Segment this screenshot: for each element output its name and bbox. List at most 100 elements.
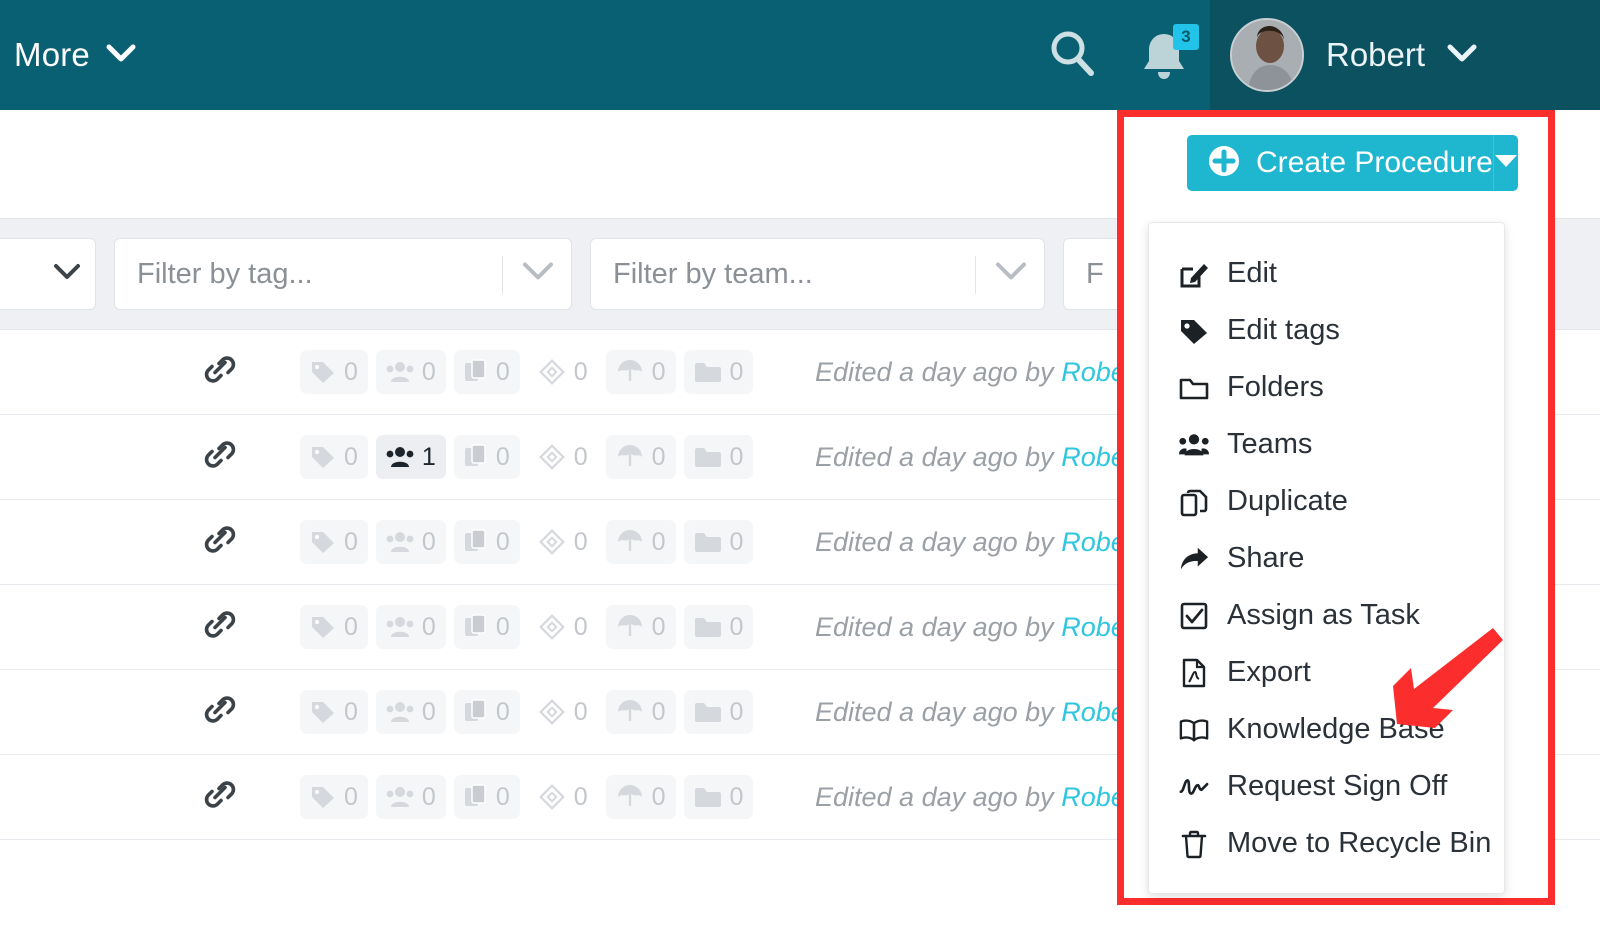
badge-umbrella[interactable]: 0 (605, 775, 676, 819)
menu-item-edit-tags[interactable]: Edit tags (1149, 302, 1504, 359)
badge-tag[interactable]: 0 (300, 690, 368, 734)
menu-item-label: Export (1227, 656, 1311, 688)
badge-users[interactable]: 1 (375, 435, 446, 479)
filter-select-truncated[interactable] (0, 238, 96, 310)
actions-dropdown-menu: Edit Edit tags Folders Teams Duplicate S… (1148, 222, 1505, 894)
chevron-down-icon[interactable] (994, 261, 1028, 288)
badge-count: 0 (729, 782, 744, 811)
badge-diamond[interactable]: 0 (528, 350, 598, 394)
link-icon[interactable] (198, 773, 242, 822)
menu-item-label: Duplicate (1227, 485, 1348, 517)
link-icon[interactable] (198, 603, 242, 652)
badge-users[interactable]: 0 (375, 690, 446, 734)
menu-item-edit[interactable]: Edit (1149, 245, 1504, 302)
badge-count: 0 (495, 357, 510, 386)
link-icon[interactable] (198, 688, 242, 737)
menu-item-label: Edit (1227, 257, 1277, 289)
filter-by-tag-input[interactable]: Filter by tag... (114, 238, 572, 310)
badge-tag[interactable]: 0 (300, 605, 368, 649)
badge-folder[interactable]: 0 (683, 350, 754, 394)
badge-copy[interactable]: 0 (453, 350, 520, 394)
menu-item-move-to-recycle-bin[interactable]: Move to Recycle Bin (1149, 815, 1504, 872)
badge-count: 0 (344, 442, 358, 471)
filter-by-team-input[interactable]: Filter by team... (590, 238, 1045, 310)
badge-copy[interactable]: 0 (453, 690, 520, 734)
badge-count: 0 (344, 697, 358, 726)
users-icon (1179, 430, 1209, 460)
checkbox-icon (1179, 601, 1209, 631)
badge-umbrella[interactable]: 0 (605, 605, 676, 649)
badge-users[interactable]: 0 (375, 350, 446, 394)
badge-copy[interactable]: 0 (453, 605, 520, 649)
menu-item-teams[interactable]: Teams (1149, 416, 1504, 473)
badge-folder[interactable]: 0 (683, 775, 754, 819)
badge-copy[interactable]: 0 (453, 435, 520, 479)
signature-icon (1179, 772, 1209, 802)
edited-prefix: Edited a day ago by (815, 356, 1054, 387)
badge-umbrella[interactable]: 0 (605, 520, 676, 564)
badge-folder[interactable]: 0 (683, 690, 754, 734)
badge-diamond[interactable]: 0 (528, 520, 598, 564)
menu-item-share[interactable]: Share (1149, 530, 1504, 587)
edit-pencil-square-icon (1179, 259, 1209, 289)
open-book-icon (1179, 715, 1209, 745)
badge-count: 0 (729, 357, 744, 386)
filter-by-team-placeholder: Filter by team... (613, 257, 813, 290)
menu-item-label: Move to Recycle Bin (1227, 827, 1492, 859)
badge-folder[interactable]: 0 (683, 435, 754, 479)
menu-item-request-sign-off[interactable]: Request Sign Off (1149, 758, 1504, 815)
edited-prefix: Edited a day ago by (815, 696, 1054, 727)
badge-umbrella[interactable]: 0 (605, 435, 676, 479)
badge-users[interactable]: 0 (375, 520, 446, 564)
file-pdf-icon (1179, 658, 1209, 688)
chevron-down-icon[interactable] (521, 261, 555, 288)
menu-item-label: Teams (1227, 428, 1313, 460)
create-procedure-button[interactable]: Create Procedure (1187, 135, 1493, 191)
badge-tag[interactable]: 0 (300, 350, 368, 394)
badge-tag[interactable]: 0 (300, 520, 368, 564)
badge-tag[interactable]: 0 (300, 775, 368, 819)
bell-icon (1135, 34, 1193, 88)
badge-diamond[interactable]: 0 (528, 775, 598, 819)
badge-copy[interactable]: 0 (453, 775, 520, 819)
chevron-down-icon (106, 43, 136, 68)
badge-umbrella[interactable]: 0 (605, 690, 676, 734)
create-procedure-dropdown-toggle[interactable] (1492, 135, 1518, 191)
edited-prefix: Edited a day ago by (815, 611, 1054, 642)
menu-item-label: Share (1227, 542, 1305, 574)
filter-by-tag-placeholder: Filter by tag... (137, 257, 313, 290)
badge-count: 0 (421, 527, 436, 556)
badge-diamond[interactable]: 0 (528, 605, 598, 649)
bell-wrap: 3 (1135, 24, 1199, 84)
user-name-label: Robert (1326, 36, 1426, 73)
link-icon[interactable] (198, 433, 242, 482)
menu-item-folders[interactable]: Folders (1149, 359, 1504, 416)
badge-count: 0 (573, 442, 588, 471)
badge-count: 1 (421, 442, 436, 471)
badge-count: 0 (495, 612, 510, 641)
menu-item-duplicate[interactable]: Duplicate (1149, 473, 1504, 530)
badge-tag[interactable]: 0 (300, 435, 368, 479)
red-pointer-arrow (1375, 620, 1505, 740)
badge-copy[interactable]: 0 (453, 520, 520, 564)
badge-users[interactable]: 0 (375, 775, 446, 819)
user-menu[interactable]: Robert (1210, 0, 1600, 110)
nav-more-menu[interactable]: More (0, 36, 136, 74)
row-edited-meta: Edited a day ago by Robert (815, 357, 1142, 388)
link-icon[interactable] (198, 348, 242, 397)
row-badges: 0 0 0 0 0 0 (300, 520, 754, 564)
row-edited-meta: Edited a day ago by Robert (815, 782, 1142, 813)
search-button[interactable] (1026, 0, 1118, 110)
badge-folder[interactable]: 0 (683, 520, 754, 564)
badge-users[interactable]: 0 (375, 605, 446, 649)
link-icon[interactable] (198, 518, 242, 567)
notifications-button[interactable]: 3 (1118, 0, 1210, 110)
badge-diamond[interactable]: 0 (528, 690, 598, 734)
create-procedure-label: Create Procedure (1256, 146, 1493, 179)
badge-umbrella[interactable]: 0 (605, 350, 676, 394)
filter-third-placeholder: F (1086, 257, 1104, 290)
badge-count: 0 (421, 612, 436, 641)
notification-badge: 3 (1173, 24, 1199, 50)
badge-folder[interactable]: 0 (683, 605, 754, 649)
badge-diamond[interactable]: 0 (528, 435, 598, 479)
